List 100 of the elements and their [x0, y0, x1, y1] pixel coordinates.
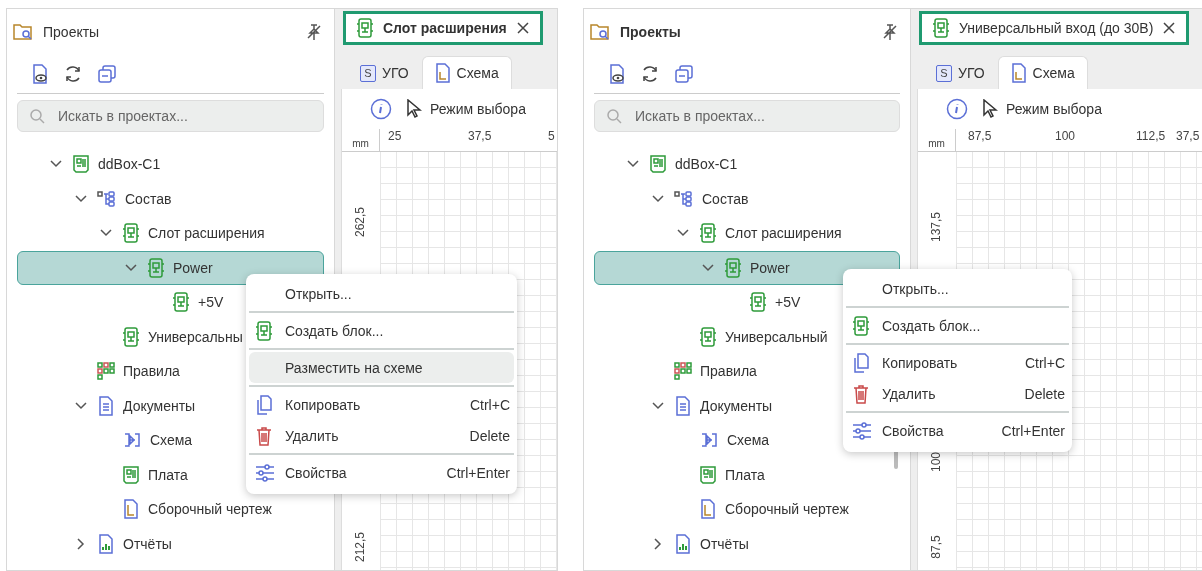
unpin-icon[interactable]	[882, 23, 898, 41]
ruler-label: 25	[388, 129, 402, 143]
folder-search-icon	[13, 22, 35, 42]
search-field[interactable]: Искать в проектах...	[17, 100, 324, 132]
circuit-block-icon	[699, 223, 717, 244]
chart-document-icon	[674, 533, 692, 554]
info-icon[interactable]	[946, 98, 968, 120]
document-icon	[674, 395, 692, 416]
tree-item[interactable]: Слот расширения	[594, 216, 900, 251]
dots-grid-icon	[97, 362, 115, 381]
board-icon	[72, 154, 90, 175]
subtab[interactable]: S УГО	[923, 56, 998, 89]
unit-label: mm	[918, 129, 956, 151]
board-icon	[699, 464, 717, 485]
circuit-block-icon	[255, 320, 273, 341]
dots-grid-icon	[674, 362, 692, 381]
ruler-label: 262,5	[353, 206, 367, 239]
copy-icon	[255, 394, 273, 415]
document-icon	[97, 395, 115, 416]
menu-item[interactable]: Удалить Delete	[249, 420, 514, 451]
chart-document-icon	[97, 533, 115, 554]
menu-item[interactable]: Создать блок...	[846, 310, 1069, 341]
circuit-block-icon	[699, 326, 717, 347]
circuit-block-icon	[852, 315, 870, 336]
ruler-label: 37,5	[468, 129, 492, 143]
board-icon	[649, 154, 667, 175]
circuit-block-icon	[122, 223, 140, 244]
drawing-document-icon	[122, 499, 140, 520]
panel-title: Проекты	[620, 24, 682, 40]
ruler-label: 87,5	[929, 534, 943, 561]
drawing-document-icon	[699, 499, 717, 520]
tree-item[interactable]: Отчёты	[594, 526, 900, 561]
subtab[interactable]: Схема	[997, 56, 1088, 89]
ruler-label: 137,5	[929, 211, 943, 244]
search-icon	[29, 108, 45, 124]
subtab[interactable]: Схема	[421, 56, 512, 89]
symbol-icon: S	[360, 64, 376, 82]
tree-item[interactable]: Состав	[594, 181, 900, 216]
collapse-all-icon[interactable]	[97, 64, 117, 84]
document-tab[interactable]: Универсальный вход (до 30В)	[919, 11, 1190, 45]
trash-icon	[852, 383, 870, 404]
ruler-label: 5	[548, 129, 555, 143]
ruler-label: 87,5	[968, 129, 992, 143]
selection-mode-button[interactable]: Режим выбора	[982, 99, 1102, 119]
circuit-block-icon	[172, 292, 190, 313]
hierarchy-icon	[674, 189, 694, 208]
menu-item[interactable]: Копировать Ctrl+C	[846, 347, 1069, 378]
selection-mode-button[interactable]: Режим выбора	[406, 99, 526, 119]
tree-item[interactable]: ddBox-C1	[17, 147, 324, 182]
circuit-block-icon	[932, 18, 950, 38]
menu-item[interactable]: Свойства Ctrl+Enter	[846, 415, 1069, 446]
close-icon[interactable]	[515, 21, 530, 35]
menu-item[interactable]: Удалить Delete	[846, 378, 1069, 409]
ruler-label: 112,5	[1136, 129, 1166, 143]
menu-item[interactable]: Свойства Ctrl+Enter	[249, 457, 514, 488]
panel-title: Проекты	[43, 24, 101, 40]
tree-item[interactable]: Плата	[594, 457, 900, 492]
document-eye-icon[interactable]	[31, 64, 49, 84]
search-icon	[606, 108, 622, 124]
tree-item[interactable]: Power	[594, 250, 900, 285]
tree-item[interactable]: Сборочный чертеж	[17, 492, 324, 527]
circuit-block-icon	[122, 326, 140, 347]
tree-item[interactable]: Отчёты	[17, 526, 324, 561]
circuit-block-icon	[749, 292, 767, 313]
copy-icon	[852, 352, 870, 373]
schematic-document-icon	[1010, 63, 1027, 83]
document-eye-icon[interactable]	[608, 64, 626, 84]
tree-item[interactable]: Сборочный чертеж	[594, 492, 900, 527]
tree-item[interactable]: ddBox-C1	[594, 147, 900, 182]
subtab[interactable]: S УГО	[347, 56, 422, 89]
menu-item[interactable]: Копировать Ctrl+C	[249, 389, 514, 420]
unit-label: mm	[342, 129, 380, 151]
circuit-block-icon	[724, 257, 742, 278]
tree-item[interactable]: Слот расширения	[17, 216, 324, 251]
info-icon[interactable]	[370, 98, 392, 120]
refresh-icon[interactable]	[63, 64, 83, 84]
trash-icon	[255, 425, 273, 446]
unpin-icon[interactable]	[306, 23, 322, 41]
search-field[interactable]: Искать в проектах...	[594, 100, 900, 132]
hierarchy-icon	[97, 189, 117, 208]
refresh-icon[interactable]	[640, 64, 660, 84]
pointer-icon	[982, 99, 998, 119]
close-icon[interactable]	[1162, 21, 1177, 35]
ruler-label: 100	[929, 451, 943, 474]
board-icon	[122, 464, 140, 485]
sliders-icon	[255, 463, 275, 482]
sliders-icon	[852, 421, 872, 440]
menu-item[interactable]: Разместить на схеме	[249, 352, 514, 383]
schematic-document-icon	[434, 63, 451, 83]
menu-item[interactable]: Создать блок...	[249, 315, 514, 346]
tree-item[interactable]: Состав	[17, 181, 324, 216]
document-tab[interactable]: Слот расширения	[343, 11, 543, 45]
collapse-all-icon[interactable]	[674, 64, 694, 84]
ruler-label: 37,5	[1176, 129, 1200, 143]
folder-search-icon	[590, 22, 612, 42]
pointer-icon	[406, 99, 422, 119]
symbol-icon: S	[936, 64, 952, 82]
tree-item[interactable]: Power	[17, 250, 324, 285]
circuit-block-icon	[147, 257, 165, 278]
ruler-label: 100	[1055, 129, 1076, 143]
